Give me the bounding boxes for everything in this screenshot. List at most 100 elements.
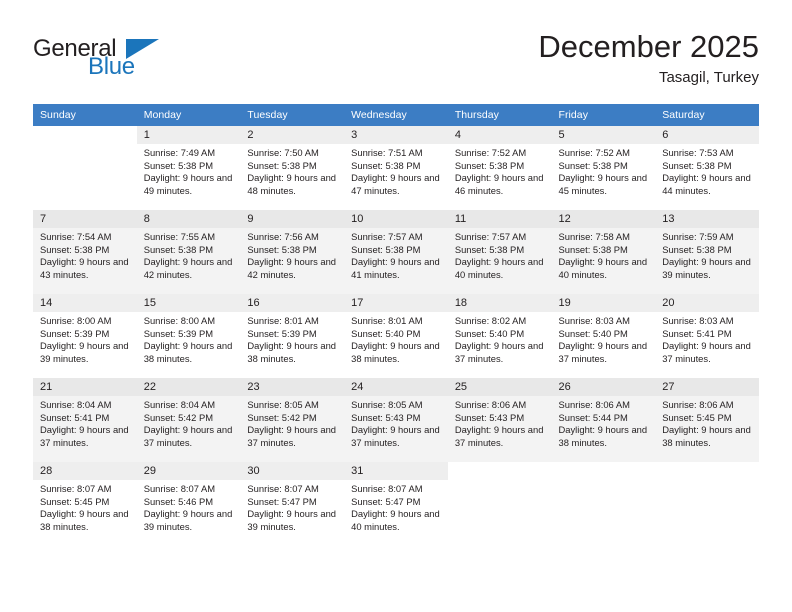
sunset-text: Sunset: 5:38 PM [247, 243, 317, 255]
calendar-week-row: 21 Sunrise: 8:04 AM Sunset: 5:41 PM Dayligh… [33, 378, 759, 462]
calendar-day-cell[interactable]: 25 Sunrise: 8:06 AM Sunset: 5:43 PM Dayligh… [447, 378, 552, 462]
calendar-day-cell[interactable]: 19 Sunrise: 8:03 AM Sunset: 5:40 PM Dayligh… [551, 294, 656, 378]
daylight-text: Daylight: 9 hours and 38 minutes. [247, 340, 337, 364]
day-sun-info: Sunrise: 8:07 AM Sunset: 5:45 PM Daylight:… [33, 480, 137, 533]
day-sun-info: Sunrise: 8:06 AM Sunset: 5:45 PM Daylight:… [655, 396, 759, 449]
day-number: 29 [136, 462, 241, 480]
calendar-day-cell[interactable]: 27 Sunrise: 8:06 AM Sunset: 5:45 PM Dayligh… [655, 378, 759, 462]
calendar-day-cell[interactable]: 2 Sunrise: 7:50 AM Sunset: 5:38 PM Daylight… [240, 126, 345, 210]
sunset-text: Sunset: 5:38 PM [351, 159, 421, 171]
calendar-day-cell[interactable]: 18 Sunrise: 8:02 AM Sunset: 5:40 PM Dayligh… [447, 294, 552, 378]
day-number: 5 [551, 126, 656, 144]
calendar-header-row: Sunday Monday Tuesday Wednesday Thursday… [33, 104, 759, 126]
sunrise-text: Sunrise: 7:55 AM [143, 231, 216, 242]
day-sun-info: Sunrise: 8:03 AM Sunset: 5:41 PM Daylight:… [655, 312, 759, 365]
calendar-day-cell[interactable]: 28 Sunrise: 8:07 AM Sunset: 5:45 PM Dayligh… [33, 462, 137, 546]
day-cell-inner: 15 Sunrise: 8:00 AM Sunset: 5:39 PM Dayligh… [136, 294, 241, 378]
weekday-header-thursday: Thursday [447, 104, 552, 126]
calendar-day-cell[interactable]: 20 Sunrise: 8:03 AM Sunset: 5:41 PM Dayligh… [655, 294, 759, 378]
weekday-header-saturday: Saturday [655, 104, 759, 126]
daylight-text: Daylight: 9 hours and 45 minutes. [558, 172, 648, 196]
calendar-day-cell[interactable]: 7 Sunrise: 7:54 AM Sunset: 5:38 PM Daylight… [33, 210, 137, 294]
calendar-day-cell[interactable]: 26 Sunrise: 8:06 AM Sunset: 5:44 PM Dayligh… [551, 378, 656, 462]
day-cell-inner [448, 462, 552, 546]
calendar-day-cell[interactable]: 13 Sunrise: 7:59 AM Sunset: 5:38 PM Dayligh… [655, 210, 759, 294]
calendar-day-cell[interactable]: 10 Sunrise: 7:57 AM Sunset: 5:38 PM Dayligh… [344, 210, 448, 294]
day-cell-inner: 18 Sunrise: 8:02 AM Sunset: 5:40 PM Dayligh… [447, 294, 552, 378]
day-cell-inner: 3 Sunrise: 7:51 AM Sunset: 5:38 PM Daylight… [344, 126, 448, 210]
sunset-text: Sunset: 5:40 PM [454, 327, 525, 339]
day-sun-info: Sunrise: 8:07 AM Sunset: 5:46 PM Daylight:… [137, 480, 241, 533]
day-cell-inner: 4 Sunrise: 7:52 AM Sunset: 5:38 PM Daylight… [447, 126, 552, 210]
daylight-text: Daylight: 9 hours and 37 minutes. [40, 424, 129, 448]
day-cell-inner: 23 Sunrise: 8:05 AM Sunset: 5:42 PM Dayligh… [240, 378, 345, 462]
sunrise-text: Sunrise: 7:57 AM [454, 231, 527, 242]
daylight-text: Daylight: 9 hours and 42 minutes. [247, 256, 337, 280]
day-sun-info: Sunrise: 8:01 AM Sunset: 5:39 PM Daylight:… [240, 312, 344, 365]
calendar-day-cell[interactable]: 12 Sunrise: 7:58 AM Sunset: 5:38 PM Dayligh… [551, 210, 656, 294]
day-number: 1 [136, 126, 241, 144]
calendar-day-cell[interactable]: 6 Sunrise: 7:53 AM Sunset: 5:38 PM Daylight… [655, 126, 759, 210]
calendar-day-cell[interactable]: 3 Sunrise: 7:51 AM Sunset: 5:38 PM Daylight… [344, 126, 448, 210]
day-cell-inner: 16 Sunrise: 8:01 AM Sunset: 5:39 PM Dayligh… [240, 294, 345, 378]
calendar-week-row: 28 Sunrise: 8:07 AM Sunset: 5:45 PM Dayligh… [33, 462, 759, 546]
calendar-day-cell[interactable]: 1 Sunrise: 7:49 AM Sunset: 5:38 PM Daylight… [136, 126, 241, 210]
daylight-text: Daylight: 9 hours and 39 minutes. [662, 256, 751, 280]
calendar-day-cell[interactable]: 31 Sunrise: 8:07 AM Sunset: 5:47 PM Dayligh… [344, 462, 448, 546]
day-number: 17 [344, 294, 448, 312]
calendar-day-cell[interactable]: 14 Sunrise: 8:00 AM Sunset: 5:39 PM Dayligh… [33, 294, 137, 378]
day-sun-info: Sunrise: 8:04 AM Sunset: 5:42 PM Daylight:… [137, 396, 241, 449]
sunset-text: Sunset: 5:41 PM [662, 327, 732, 339]
daylight-text: Daylight: 9 hours and 49 minutes. [143, 172, 233, 196]
calendar-day-cell[interactable]: 5 Sunrise: 7:52 AM Sunset: 5:38 PM Daylight… [551, 126, 656, 210]
calendar-day-cell[interactable]: 17 Sunrise: 8:01 AM Sunset: 5:40 PM Dayligh… [344, 294, 448, 378]
day-cell-inner: 31 Sunrise: 8:07 AM Sunset: 5:47 PM Dayligh… [344, 462, 448, 546]
day-number: 15 [136, 294, 241, 312]
day-cell-inner: 9 Sunrise: 7:56 AM Sunset: 5:38 PM Daylight… [240, 210, 345, 294]
page-header: General Blue December 2025 Tasagil, Turk… [33, 28, 759, 98]
day-number [33, 126, 137, 144]
calendar-day-cell[interactable]: 22 Sunrise: 8:04 AM Sunset: 5:42 PM Dayligh… [136, 378, 241, 462]
calendar-day-cell[interactable]: 16 Sunrise: 8:01 AM Sunset: 5:39 PM Dayligh… [240, 294, 345, 378]
calendar-day-cell[interactable]: 11 Sunrise: 7:57 AM Sunset: 5:38 PM Dayligh… [447, 210, 552, 294]
day-sun-info: Sunrise: 8:02 AM Sunset: 5:40 PM Daylight:… [448, 312, 552, 365]
daylight-text: Daylight: 9 hours and 38 minutes. [662, 424, 751, 448]
title-block: December 2025 Tasagil, Turkey [538, 28, 759, 88]
calendar-day-cell[interactable]: 29 Sunrise: 8:07 AM Sunset: 5:46 PM Dayligh… [136, 462, 241, 546]
generalblue-logo[interactable]: General Blue [33, 36, 183, 88]
calendar-day-cell[interactable]: 4 Sunrise: 7:52 AM Sunset: 5:38 PM Daylight… [447, 126, 552, 210]
sunset-text: Sunset: 5:38 PM [558, 243, 628, 255]
calendar-day-cell[interactable]: 15 Sunrise: 8:00 AM Sunset: 5:39 PM Dayligh… [136, 294, 241, 378]
calendar-day-cell[interactable]: 9 Sunrise: 7:56 AM Sunset: 5:38 PM Daylight… [240, 210, 345, 294]
calendar-day-cell[interactable]: 8 Sunrise: 7:55 AM Sunset: 5:38 PM Daylight… [136, 210, 241, 294]
day-sun-info: Sunrise: 8:07 AM Sunset: 5:47 PM Daylight:… [240, 480, 344, 533]
sunset-text: Sunset: 5:42 PM [247, 411, 317, 423]
calendar-day-cell[interactable]: 23 Sunrise: 8:05 AM Sunset: 5:42 PM Dayligh… [240, 378, 345, 462]
day-cell-inner: 22 Sunrise: 8:04 AM Sunset: 5:42 PM Dayligh… [136, 378, 241, 462]
day-cell-inner: 10 Sunrise: 7:57 AM Sunset: 5:38 PM Dayligh… [344, 210, 448, 294]
day-cell-inner: 26 Sunrise: 8:06 AM Sunset: 5:44 PM Dayligh… [551, 378, 656, 462]
daylight-text: Daylight: 9 hours and 40 minutes. [454, 256, 544, 280]
calendar-week-row: 1 Sunrise: 7:49 AM Sunset: 5:38 PM Daylight… [33, 126, 759, 210]
daylight-text: Daylight: 9 hours and 48 minutes. [247, 172, 337, 196]
calendar-day-cell[interactable]: 24 Sunrise: 8:05 AM Sunset: 5:43 PM Dayligh… [344, 378, 448, 462]
sunrise-text: Sunrise: 7:52 AM [454, 147, 527, 158]
calendar-day-cell[interactable]: 21 Sunrise: 8:04 AM Sunset: 5:41 PM Dayligh… [33, 378, 137, 462]
sunrise-text: Sunrise: 7:59 AM [662, 231, 734, 242]
day-sun-info: Sunrise: 8:05 AM Sunset: 5:42 PM Daylight:… [240, 396, 344, 449]
day-number: 3 [344, 126, 448, 144]
day-cell-inner: 20 Sunrise: 8:03 AM Sunset: 5:41 PM Dayligh… [655, 294, 759, 378]
day-sun-info: Sunrise: 7:49 AM Sunset: 5:38 PM Daylight:… [137, 144, 241, 197]
calendar-day-cell[interactable]: 30 Sunrise: 8:07 AM Sunset: 5:47 PM Dayligh… [240, 462, 345, 546]
sunset-text: Sunset: 5:40 PM [558, 327, 628, 339]
day-sun-info: Sunrise: 7:57 AM Sunset: 5:38 PM Daylight:… [344, 228, 448, 281]
daylight-text: Daylight: 9 hours and 39 minutes. [247, 508, 337, 532]
daylight-text: Daylight: 9 hours and 38 minutes. [40, 508, 129, 532]
day-sun-info: Sunrise: 8:04 AM Sunset: 5:41 PM Daylight:… [33, 396, 137, 449]
day-number: 23 [240, 378, 345, 396]
day-sun-info: Sunrise: 7:58 AM Sunset: 5:38 PM Daylight:… [552, 228, 656, 281]
day-sun-info: Sunrise: 8:01 AM Sunset: 5:40 PM Daylight:… [344, 312, 448, 365]
day-number: 16 [240, 294, 345, 312]
calendar-day-cell-empty [552, 462, 656, 546]
sunset-text: Sunset: 5:40 PM [351, 327, 421, 339]
